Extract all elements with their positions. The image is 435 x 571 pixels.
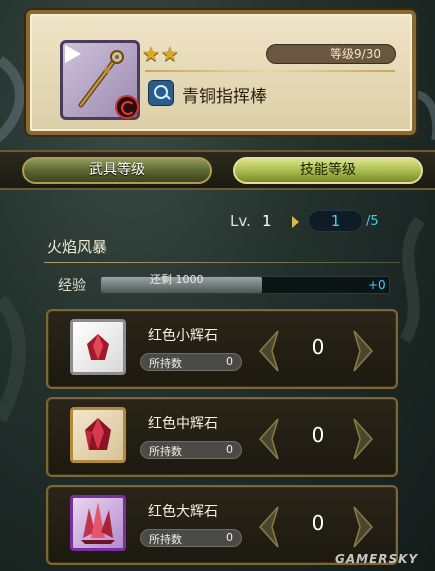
red-medium-crystal-icon[interactable]	[70, 407, 126, 463]
arrow-right-icon	[292, 216, 299, 228]
owned-count-pill: 所持数 0	[140, 353, 242, 371]
crystal-graphic	[85, 418, 111, 450]
material-name: 红色小辉石	[148, 328, 218, 344]
skill-name: 火焰风暴	[47, 238, 108, 256]
material-row: 红色小辉石 所持数 0 0	[46, 309, 398, 389]
card-divider	[145, 70, 395, 72]
corner-marker-icon	[65, 45, 81, 63]
chevron-left-icon	[258, 330, 279, 372]
red-small-crystal-icon[interactable]	[70, 319, 126, 375]
owned-value: 0	[226, 531, 233, 544]
staff-type-icon	[148, 80, 174, 106]
current-skill-level: 1	[262, 212, 272, 230]
weapon-level-value: 9/30	[354, 47, 381, 61]
chevron-right-icon	[353, 506, 374, 548]
exp-bar	[100, 276, 390, 294]
weapon-icon[interactable]	[60, 40, 140, 120]
chevron-left-icon	[258, 506, 279, 548]
chevron-left-icon	[258, 418, 279, 460]
weapon-level-badge: 等级9/30	[266, 44, 396, 64]
chevron-right-icon	[353, 330, 374, 372]
max-skill-level: /5	[366, 214, 379, 229]
use-count: 0	[311, 335, 325, 359]
tab-skill-level[interactable]: 技能等级	[233, 157, 423, 184]
weapon-level-label: 等级	[330, 47, 355, 61]
divider	[44, 262, 400, 263]
owned-label: 所持数	[149, 445, 182, 458]
weapon-name: 青铜指挥棒	[182, 87, 267, 107]
owned-value: 0	[226, 443, 233, 456]
owned-count-pill: 所持数 0	[140, 529, 242, 547]
material-name: 红色大辉石	[148, 504, 218, 520]
rarity-stars: ★★	[142, 42, 180, 66]
decrease-button[interactable]	[258, 417, 280, 461]
material-name: 红色中辉石	[148, 416, 218, 432]
chevron-right-icon	[353, 418, 374, 460]
use-count: 0	[311, 423, 325, 447]
tab-weapon-level[interactable]: 武具等级	[22, 157, 212, 184]
tab-bar: 武具等级 技能等级	[0, 150, 435, 190]
crystal-graphic	[87, 334, 109, 360]
crystal-graphic	[81, 502, 115, 544]
owned-count-pill: 所持数 0	[140, 441, 242, 459]
owned-label: 所持数	[149, 533, 182, 546]
material-row: 红色中辉石 所持数 0 0	[46, 397, 398, 477]
new-skill-level: 1	[308, 210, 363, 232]
exp-remaining: 还剩 1000	[150, 273, 204, 286]
decrease-button[interactable]	[258, 505, 280, 549]
fire-element-icon	[115, 95, 139, 119]
lv-label: Lv.	[230, 212, 251, 230]
exp-label: 经验	[58, 278, 86, 294]
decrease-button[interactable]	[258, 329, 280, 373]
exp-gain: +0	[368, 278, 386, 292]
increase-button[interactable]	[352, 505, 374, 549]
weapon-card: ★★ 等级9/30 青铜指挥棒	[26, 10, 416, 135]
increase-button[interactable]	[352, 417, 374, 461]
watermark: GAMERSKY	[335, 552, 419, 566]
increase-button[interactable]	[352, 329, 374, 373]
use-count: 0	[311, 511, 325, 535]
red-large-crystal-icon[interactable]	[70, 495, 126, 551]
owned-label: 所持数	[149, 357, 182, 370]
owned-value: 0	[226, 355, 233, 368]
